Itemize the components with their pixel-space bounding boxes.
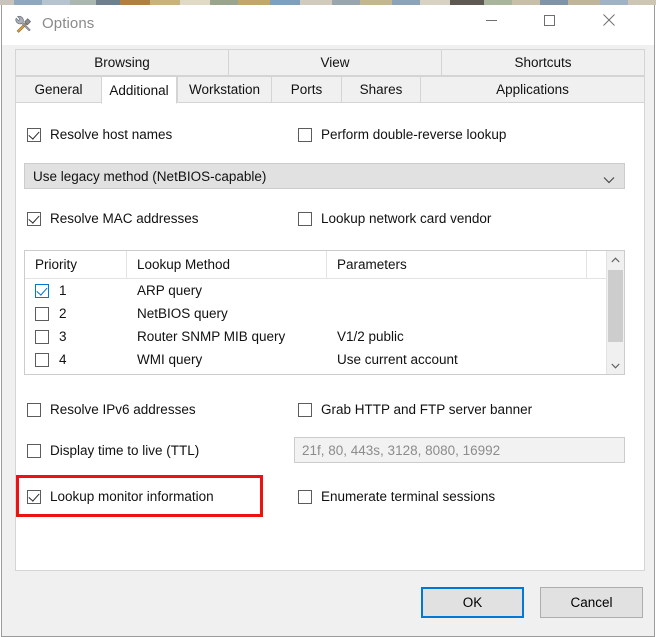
checkbox-resolve-host-names[interactable]: Resolve host names bbox=[27, 127, 172, 142]
chevron-down-icon bbox=[603, 172, 615, 187]
title-bar: Options bbox=[2, 5, 654, 45]
checkbox-label: Enumerate terminal sessions bbox=[321, 489, 496, 504]
tab-label: Workstation bbox=[188, 82, 261, 97]
cell-priority[interactable]: 4 bbox=[35, 348, 67, 371]
checkbox-label: Lookup network card vendor bbox=[321, 211, 492, 226]
cell-lookup-method: WMI query bbox=[137, 352, 203, 367]
cell-priority-label: 2 bbox=[59, 306, 67, 321]
cell-lookup-method: NetBIOS query bbox=[137, 306, 228, 321]
tab-label: Shortcuts bbox=[514, 55, 572, 70]
cell-lookup-method: ARP query bbox=[137, 283, 203, 298]
chevron-up-icon[interactable] bbox=[607, 251, 624, 268]
tab-view[interactable]: View bbox=[228, 49, 441, 76]
checkbox-label: Resolve MAC addresses bbox=[50, 211, 199, 226]
checkbox-box bbox=[27, 443, 41, 458]
tab-label: Browsing bbox=[94, 55, 150, 70]
checkbox-box bbox=[27, 211, 41, 226]
table-row[interactable]: 4 WMI query Use current account bbox=[25, 348, 624, 371]
column-header-label: Priority bbox=[35, 257, 78, 272]
checkbox-box bbox=[27, 489, 41, 504]
tab-label: General bbox=[34, 82, 83, 97]
host-name-method-dropdown[interactable]: Use legacy method (NetBIOS-capable) bbox=[24, 163, 625, 189]
checkbox-label: Perform double-reverse lookup bbox=[321, 127, 507, 142]
tab-row-top: Browsing View Shortcuts bbox=[15, 49, 645, 76]
scrollbar-thumb[interactable] bbox=[608, 270, 623, 342]
tab-label: View bbox=[320, 55, 350, 70]
checkbox-box bbox=[27, 402, 41, 417]
checkbox-box bbox=[298, 489, 312, 504]
tab-applications[interactable]: Applications bbox=[420, 76, 645, 103]
cell-priority-label: 1 bbox=[59, 283, 67, 298]
row-checkbox[interactable] bbox=[35, 352, 49, 367]
maximize-button[interactable] bbox=[526, 5, 572, 35]
tab-shares[interactable]: Shares bbox=[341, 76, 420, 103]
checkbox-box bbox=[298, 127, 312, 142]
row-checkbox[interactable] bbox=[35, 329, 49, 344]
banner-ports-value: 21f, 80, 443s, 3128, 8080, 16992 bbox=[302, 442, 501, 458]
checkbox-box bbox=[298, 402, 312, 417]
cancel-button-label: Cancel bbox=[570, 595, 613, 610]
checkbox-label: Resolve host names bbox=[50, 127, 173, 142]
column-header-lookup-method[interactable]: Lookup Method bbox=[127, 251, 327, 278]
tab-shortcuts[interactable]: Shortcuts bbox=[441, 49, 645, 76]
checkbox-resolve-ipv6-addresses[interactable]: Resolve IPv6 addresses bbox=[27, 402, 196, 417]
cell-priority[interactable]: 2 bbox=[35, 302, 67, 325]
tab-browsing[interactable]: Browsing bbox=[15, 49, 228, 76]
tools-icon bbox=[14, 15, 34, 35]
checkbox-grab-http-ftp-banner[interactable]: Grab HTTP and FTP server banner bbox=[298, 402, 532, 417]
cell-priority[interactable]: 1 bbox=[35, 279, 67, 302]
cell-parameters: Use current account bbox=[337, 352, 458, 367]
tab-label: Applications bbox=[496, 82, 569, 97]
close-button[interactable] bbox=[586, 5, 632, 35]
dropdown-selected-value: Use legacy method (NetBIOS-capable) bbox=[33, 168, 267, 184]
checkbox-perform-double-reverse-lookup[interactable]: Perform double-reverse lookup bbox=[298, 127, 506, 142]
minimize-button[interactable] bbox=[468, 5, 514, 35]
tab-label: Shares bbox=[359, 82, 403, 97]
checkbox-label: Resolve IPv6 addresses bbox=[50, 402, 196, 417]
options-dialog-window: Options Browsing View Shortcuts General … bbox=[1, 5, 655, 637]
cell-priority-label: 4 bbox=[59, 352, 67, 367]
column-header-label: Lookup Method bbox=[137, 257, 231, 272]
ok-button-label: OK bbox=[462, 595, 483, 610]
checkbox-label: Lookup monitor information bbox=[50, 489, 214, 504]
banner-ports-input[interactable]: 21f, 80, 443s, 3128, 8080, 16992 bbox=[294, 437, 625, 463]
row-checkbox[interactable] bbox=[35, 283, 49, 298]
checkbox-box bbox=[298, 211, 312, 226]
cell-priority-label: 3 bbox=[59, 329, 67, 344]
checkbox-resolve-mac-addresses[interactable]: Resolve MAC addresses bbox=[27, 211, 199, 226]
dialog-footer: OK Cancel bbox=[2, 572, 654, 636]
cell-parameters: V1/2 public bbox=[337, 329, 404, 344]
checkbox-box bbox=[27, 127, 41, 142]
column-header-priority[interactable]: Priority bbox=[25, 251, 127, 278]
checkbox-label: Grab HTTP and FTP server banner bbox=[321, 402, 533, 417]
checkbox-label: Display time to live (TTL) bbox=[50, 443, 200, 458]
checkbox-display-ttl[interactable]: Display time to live (TTL) bbox=[27, 443, 199, 458]
table-row[interactable]: 3 Router SNMP MIB query V1/2 public bbox=[25, 325, 624, 348]
column-header-parameters[interactable]: Parameters bbox=[327, 251, 587, 278]
ok-button[interactable]: OK bbox=[421, 587, 524, 618]
lookup-method-list[interactable]: Priority Lookup Method Parameters 1 ARP … bbox=[24, 250, 625, 375]
tab-label: Ports bbox=[290, 82, 323, 97]
list-vertical-scrollbar[interactable] bbox=[606, 251, 624, 374]
row-checkbox[interactable] bbox=[35, 306, 49, 321]
cell-priority[interactable]: 3 bbox=[35, 325, 67, 348]
tab-general[interactable]: General bbox=[15, 76, 101, 103]
table-row[interactable]: 2 NetBIOS query bbox=[25, 302, 624, 325]
tab-ports[interactable]: Ports bbox=[271, 76, 341, 103]
tab-workstation[interactable]: Workstation bbox=[177, 76, 271, 103]
checkbox-enumerate-terminal-sessions[interactable]: Enumerate terminal sessions bbox=[298, 489, 495, 504]
checkbox-lookup-network-card-vendor[interactable]: Lookup network card vendor bbox=[298, 211, 491, 226]
tab-label: Additional bbox=[109, 82, 169, 98]
tab-additional[interactable]: Additional bbox=[101, 76, 177, 104]
column-header-label: Parameters bbox=[337, 257, 407, 272]
tab-strip: Browsing View Shortcuts General Addition… bbox=[15, 49, 645, 104]
checkbox-lookup-monitor-information[interactable]: Lookup monitor information bbox=[27, 489, 214, 504]
list-header-row: Priority Lookup Method Parameters bbox=[25, 251, 624, 279]
tab-row-bottom: General Additional Workstation Ports Sha… bbox=[15, 76, 645, 104]
cell-lookup-method: Router SNMP MIB query bbox=[137, 329, 286, 344]
window-title: Options bbox=[42, 15, 95, 32]
cancel-button[interactable]: Cancel bbox=[540, 587, 643, 618]
table-row[interactable]: 1 ARP query bbox=[25, 279, 624, 302]
chevron-down-icon[interactable] bbox=[607, 357, 624, 374]
